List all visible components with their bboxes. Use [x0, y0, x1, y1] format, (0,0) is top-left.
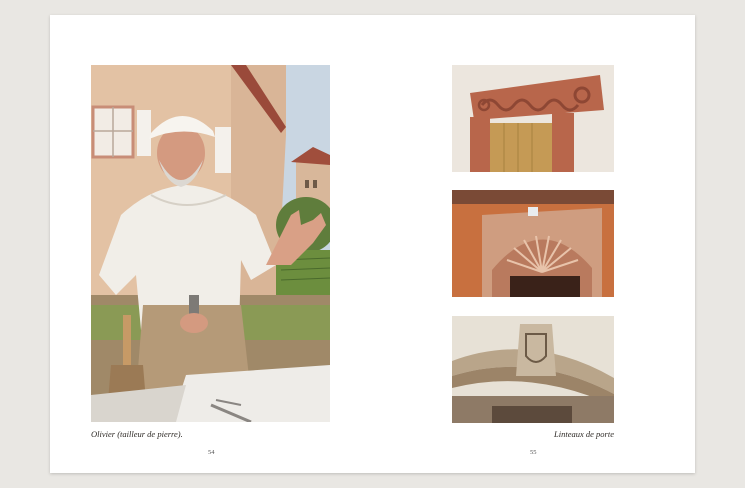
stonemason-portrait-photo: [91, 65, 330, 422]
carved-lintel-shell-photo: [452, 190, 614, 297]
carved-lintel-spiral-photo: [452, 65, 614, 172]
book-spread: Olivier (tailleur de pierre). 54 Linteau…: [50, 15, 695, 473]
carved-lintel-crest-photo: [452, 316, 614, 423]
photo-caption-right: Linteaux de porte: [554, 429, 614, 439]
photo-caption-left: Olivier (tailleur de pierre).: [91, 429, 183, 439]
page-number-left: 54: [208, 449, 215, 456]
page-number-right: 55: [530, 449, 537, 456]
